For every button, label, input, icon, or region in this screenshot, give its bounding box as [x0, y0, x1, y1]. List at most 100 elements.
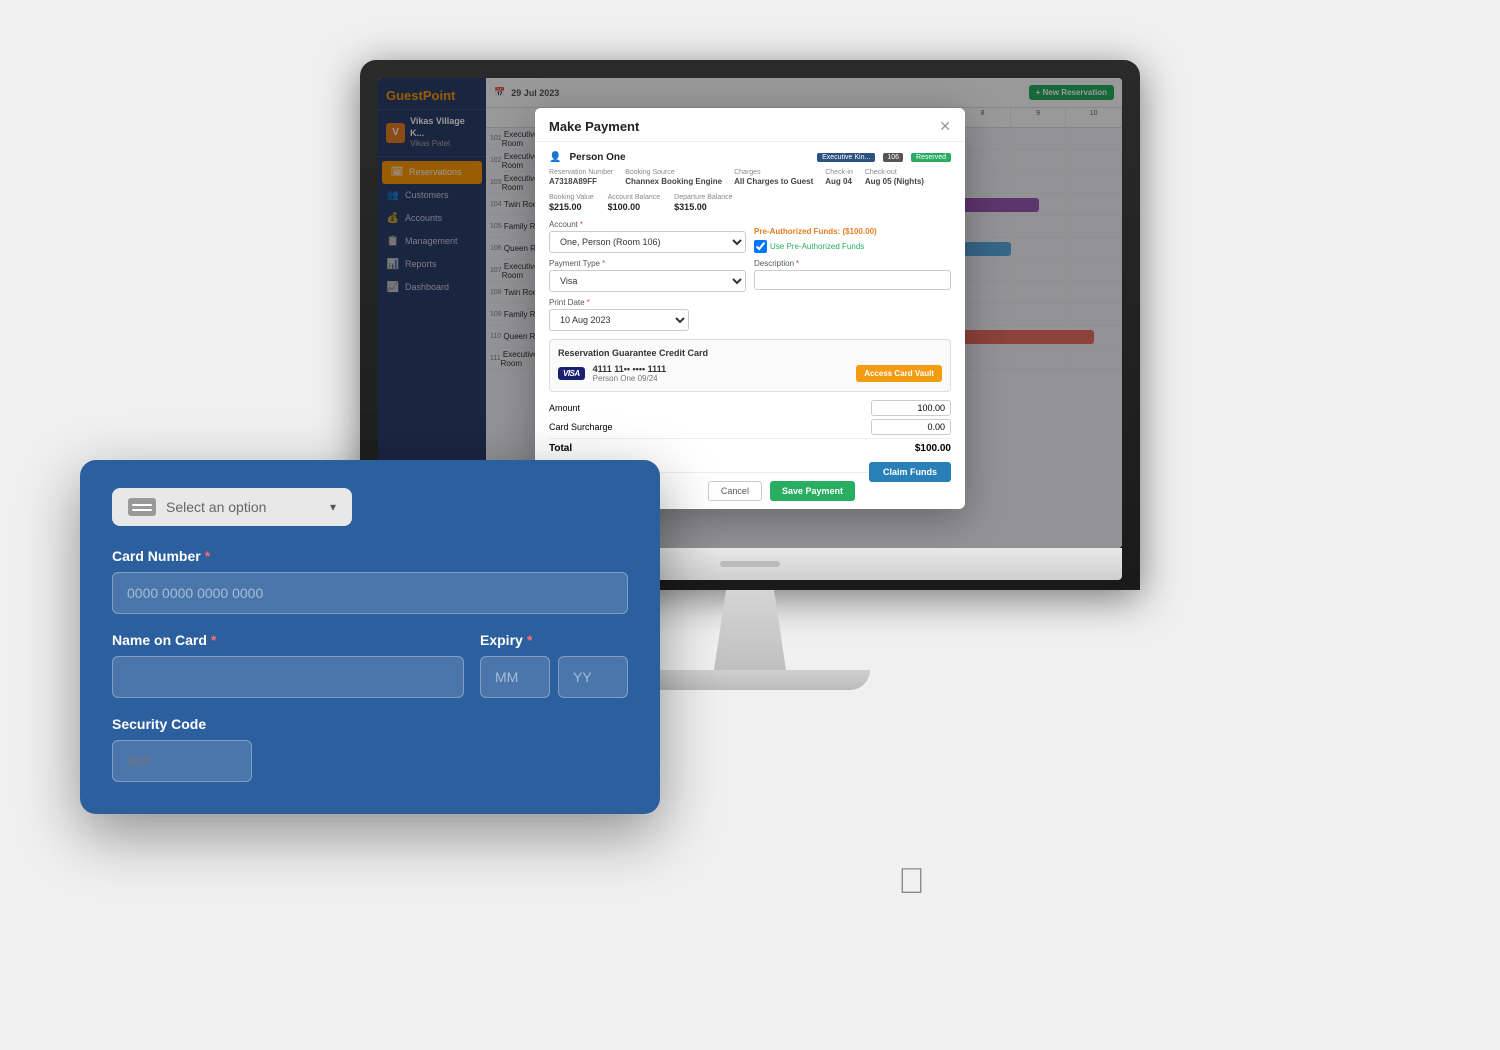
print-date-row: Print Date* 10 Aug 2023 [549, 298, 951, 331]
room-badge: Executive Kin... [817, 153, 875, 162]
modal-close-button[interactable]: ✕ [939, 118, 951, 135]
amount-input[interactable] [871, 400, 951, 416]
departure-balance-amount: $315.00 [674, 202, 732, 212]
apple-logo:  [898, 860, 925, 902]
cc-details: 4111 11•• •••• 1111 Person One 09/24 [593, 364, 666, 383]
card-form-select-row: Select an option ▾ [112, 488, 628, 526]
amounts-row: Booking Value $215.00 Account Balance $1… [549, 194, 951, 212]
account-payment-row: Account* One, Person (Room 106) Pre-Auth… [549, 220, 951, 253]
preauth-check-label: Use Pre-Authorized Funds [770, 242, 864, 251]
checkin-value: Aug 04 [825, 177, 853, 186]
expiry-yy-input[interactable] [558, 656, 628, 698]
card-number-input[interactable] [112, 572, 628, 614]
make-payment-modal: Make Payment ✕ 👤 Person One Executive Ki… [535, 108, 965, 509]
cc-number: 4111 11•• •••• 1111 [593, 364, 666, 374]
description-col: Description* [754, 259, 951, 292]
security-code-label: Security Code [112, 716, 628, 732]
person-icon: 👤 [549, 152, 561, 163]
preauth-link[interactable]: Pre-Authorized Funds: ($100.00) [754, 227, 877, 236]
description-input[interactable] [754, 270, 951, 290]
cc-card-row: VISA 4111 11•• •••• 1111 Person One 09/2… [558, 364, 942, 383]
description-label: Description* [754, 259, 951, 268]
name-col: Name on Card* [112, 632, 464, 698]
room-number-badge: 106 [883, 153, 903, 162]
preauth-checkbox[interactable] [754, 240, 767, 253]
payment-type-label: Payment Type* [549, 259, 746, 268]
expiry-col: Expiry* [480, 632, 628, 698]
total-label: Total [549, 443, 572, 454]
modal-title: Make Payment [549, 119, 639, 134]
total-line: Total $100.00 [549, 438, 951, 454]
expiry-mm-input[interactable] [480, 656, 550, 698]
card-icon-line-1 [132, 504, 152, 506]
checkout-value: Aug 05 (Nights) [865, 177, 924, 186]
amount-section: Amount Card Surcharge Total [549, 400, 951, 454]
checkout-info: Check-out Aug 05 (Nights) [865, 169, 924, 186]
booking-value-amount: $215.00 [549, 202, 594, 212]
cc-section-title: Reservation Guarantee Credit Card [558, 348, 942, 358]
preauth-row: Pre-Authorized Funds: ($100.00) [754, 227, 951, 236]
imac-stand-top [690, 590, 810, 670]
name-on-card-label: Name on Card* [112, 632, 464, 648]
source-label: Booking Source [625, 169, 722, 176]
visa-logo: VISA [558, 367, 585, 380]
source-value: Channex Booking Engine [625, 177, 722, 186]
print-date-select[interactable]: 10 Aug 2023 [549, 309, 689, 331]
amount-line: Amount [549, 400, 951, 416]
person-info-row: 👤 Person One Executive Kin... 106 Reserv… [549, 152, 951, 163]
booking-value-label: Booking Value [549, 194, 594, 201]
payment-type-col: Payment Type* Visa [549, 259, 746, 292]
payment-desc-row: Payment Type* Visa Description* [549, 259, 951, 292]
cc-section: Reservation Guarantee Credit Card VISA 4… [549, 339, 951, 392]
preauth-check: Use Pre-Authorized Funds [754, 240, 951, 253]
account-balance: Account Balance $100.00 [608, 194, 661, 212]
name-on-card-input[interactable] [112, 656, 464, 698]
payment-type-select[interactable]: Visa [549, 270, 746, 292]
reservation-details-row: Reservation Number A7318A89FF Booking So… [549, 169, 951, 186]
total-value: $100.00 [915, 443, 951, 454]
checkin-info: Check-in Aug 04 [825, 169, 853, 186]
print-date-label: Print Date* [549, 298, 951, 307]
cancel-button[interactable]: Cancel [708, 481, 762, 501]
person-name: Person One [569, 152, 625, 163]
card-icon-lines [132, 504, 152, 511]
card-type-select[interactable]: Select an option ▾ [112, 488, 352, 526]
imac-chin-dot [720, 561, 780, 567]
account-field-col: Account* One, Person (Room 106) [549, 220, 746, 253]
account-select[interactable]: One, Person (Room 106) [549, 231, 746, 253]
card-select-placeholder: Select an option [166, 499, 266, 515]
modal-header: Make Payment ✕ [535, 108, 965, 142]
res-number-value: A7318A89FF [549, 177, 613, 186]
res-number-label: Reservation Number [549, 169, 613, 176]
expiry-label: Expiry* [480, 632, 628, 648]
card-icon-line-2 [132, 509, 152, 511]
booking-source: Booking Source Channex Booking Engine [625, 169, 722, 186]
expiry-inputs [480, 656, 628, 698]
cc-holder: Person One 09/24 [593, 374, 666, 383]
claim-funds-button[interactable]: Claim Funds [869, 462, 951, 482]
charges-value: All Charges to Guest [734, 177, 813, 186]
surcharge-label: Card Surcharge [549, 422, 613, 432]
name-expiry-row: Name on Card* Expiry* [112, 632, 628, 698]
charges-label: Charges [734, 169, 813, 176]
checkout-label: Check-out [865, 169, 924, 176]
account-label: Account* [549, 220, 746, 229]
modal-body: 👤 Person One Executive Kin... 106 Reserv… [535, 142, 965, 472]
imac-stand-base [630, 670, 870, 690]
save-payment-button[interactable]: Save Payment [770, 481, 855, 501]
access-vault-button[interactable]: Access Card Vault [856, 365, 942, 382]
res-number: Reservation Number A7318A89FF [549, 169, 613, 186]
surcharge-line: Card Surcharge [549, 419, 951, 435]
departure-balance: Departure Balance $315.00 [674, 194, 732, 212]
departure-balance-label: Departure Balance [674, 194, 732, 201]
chevron-down-icon: ▾ [330, 500, 336, 514]
checkin-label: Check-in [825, 169, 853, 176]
card-number-label: Card Number* [112, 548, 628, 564]
account-balance-amount: $100.00 [608, 202, 661, 212]
card-icon [128, 498, 156, 516]
amount-label: Amount [549, 403, 580, 413]
security-code-input[interactable] [112, 740, 252, 782]
charges-to: Charges All Charges to Guest [734, 169, 813, 186]
surcharge-input[interactable] [871, 419, 951, 435]
status-badge: Reserved [911, 153, 951, 162]
